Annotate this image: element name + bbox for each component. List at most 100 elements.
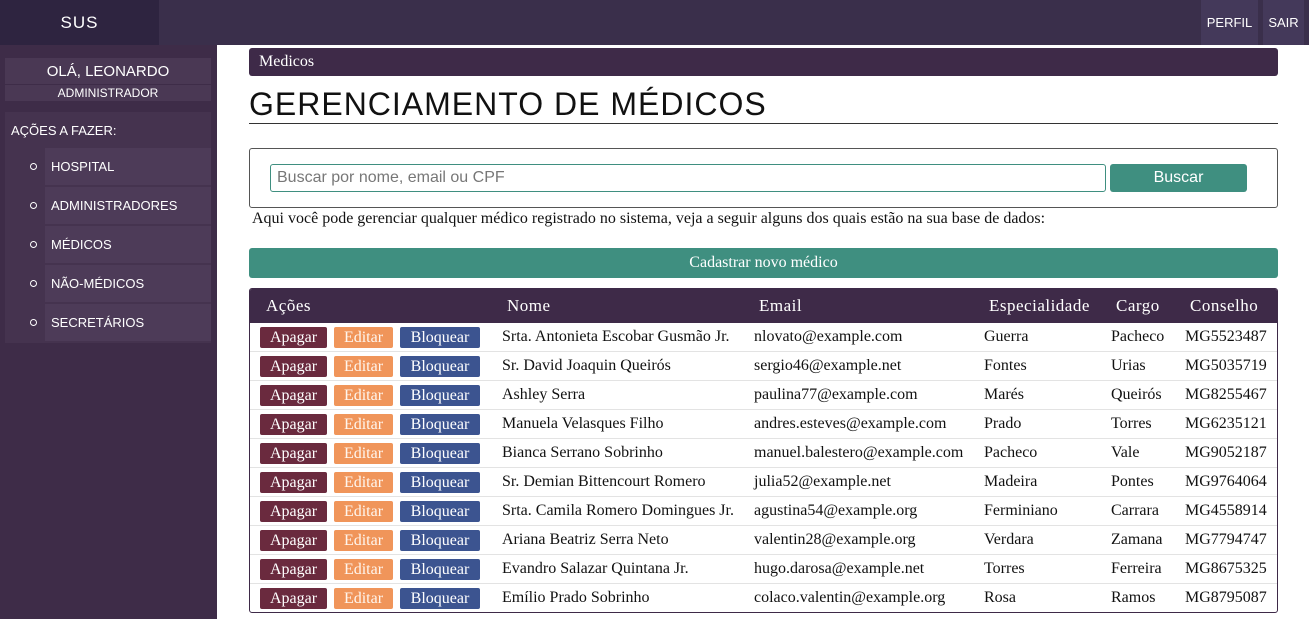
circle-bullet-icon bbox=[30, 241, 37, 248]
search-input[interactable] bbox=[270, 164, 1106, 192]
column-header-conselho: Conselho bbox=[1190, 296, 1259, 315]
cell-especialidade: Verdara bbox=[984, 531, 1034, 548]
bloquear-button[interactable]: Bloquear bbox=[400, 501, 480, 522]
editar-button[interactable]: Editar bbox=[334, 356, 393, 377]
cell-cargo: Vale bbox=[1111, 444, 1140, 461]
cell-cargo: Ferreira bbox=[1111, 560, 1162, 577]
bloquear-button[interactable]: Bloquear bbox=[400, 443, 480, 464]
bloquear-button[interactable]: Bloquear bbox=[400, 588, 480, 609]
actions-menu: AÇÕES A FAZER: HOSPITAL ADMINISTRADORES … bbox=[5, 112, 211, 343]
table-row: Apagar Editar Bloquear Srta. Camila Romero … bbox=[250, 497, 1277, 526]
table-row: Apagar Editar Bloquear Manuela Velasques Fi… bbox=[250, 410, 1277, 439]
editar-button[interactable]: Editar bbox=[334, 327, 393, 348]
cell-nome: Evandro Salazar Quintana Jr. bbox=[502, 560, 689, 577]
sidebar-item-administradores[interactable]: ADMINISTRADORES bbox=[5, 187, 211, 224]
cell-cargo: Pacheco bbox=[1111, 328, 1165, 345]
apagar-button[interactable]: Apagar bbox=[260, 414, 327, 435]
sidebar-item-hospital[interactable]: HOSPITAL bbox=[5, 148, 211, 185]
cell-email: hugo.darosa@example.net bbox=[754, 560, 925, 577]
sidebar-item-label: NÃO-MÉDICOS bbox=[51, 276, 145, 291]
circle-bullet-icon bbox=[30, 280, 37, 287]
bloquear-button[interactable]: Bloquear bbox=[400, 385, 480, 406]
bloquear-button[interactable]: Bloquear bbox=[400, 472, 480, 493]
cell-conselho: MG8675325 bbox=[1185, 560, 1267, 577]
apagar-button[interactable]: Apagar bbox=[260, 472, 327, 493]
medicos-table: Ações Nome Email Especialidade Cargo Con… bbox=[249, 288, 1278, 613]
cell-email: nlovato@example.com bbox=[754, 328, 903, 345]
cell-email: manuel.balestero@example.com bbox=[754, 444, 964, 461]
sidebar-item-nao-medicos[interactable]: NÃO-MÉDICOS bbox=[5, 265, 211, 302]
table-row: Apagar Editar Bloquear Emílio Prado Sobrinh… bbox=[250, 584, 1277, 612]
user-role: ADMINISTRADOR bbox=[5, 85, 211, 101]
cell-especialidade: Guerra bbox=[984, 328, 1029, 345]
user-box: OLÁ, LEONARDO ADMINISTRADOR bbox=[5, 58, 211, 103]
column-header-email: Email bbox=[759, 296, 803, 315]
cell-nome: Srta. Antonieta Escobar Gusmão Jr. bbox=[502, 328, 730, 345]
cell-especialidade: Torres bbox=[984, 560, 1025, 577]
cell-conselho: MG8795087 bbox=[1185, 589, 1267, 606]
search-button[interactable]: Buscar bbox=[1110, 164, 1247, 192]
editar-button[interactable]: Editar bbox=[334, 588, 393, 609]
sidebar: OLÁ, LEONARDO ADMINISTRADOR AÇÕES A FAZE… bbox=[0, 45, 217, 619]
search-box: Buscar bbox=[249, 148, 1278, 208]
cell-especialidade: Marés bbox=[984, 386, 1024, 403]
top-bar: SUS PERFIL SAIR bbox=[0, 0, 1309, 45]
cell-especialidade: Ferminiano bbox=[984, 502, 1058, 519]
cell-email: agustina54@example.org bbox=[754, 502, 918, 519]
add-medico-button[interactable]: Cadastrar novo médico bbox=[249, 248, 1278, 278]
cell-nome: Ashley Serra bbox=[502, 386, 586, 403]
sair-button[interactable]: SAIR bbox=[1263, 0, 1304, 45]
editar-button[interactable]: Editar bbox=[334, 501, 393, 522]
table-row: Apagar Editar Bloquear Sr. Demian Bittencou… bbox=[250, 468, 1277, 497]
apagar-button[interactable]: Apagar bbox=[260, 443, 327, 464]
bloquear-button[interactable]: Bloquear bbox=[400, 414, 480, 435]
apagar-button[interactable]: Apagar bbox=[260, 588, 327, 609]
cell-cargo: Queirós bbox=[1111, 386, 1162, 403]
bloquear-button[interactable]: Bloquear bbox=[400, 356, 480, 377]
column-header-nome: Nome bbox=[507, 296, 551, 315]
user-greeting: OLÁ, LEONARDO bbox=[5, 58, 211, 84]
cell-cargo: Urias bbox=[1111, 357, 1146, 374]
table-row: Apagar Editar Bloquear Evandro Salazar Quin… bbox=[250, 555, 1277, 584]
apagar-button[interactable]: Apagar bbox=[260, 327, 327, 348]
editar-button[interactable]: Editar bbox=[334, 443, 393, 464]
cell-cargo: Torres bbox=[1111, 415, 1152, 432]
bloquear-button[interactable]: Bloquear bbox=[400, 327, 480, 348]
bloquear-button[interactable]: Bloquear bbox=[400, 559, 480, 580]
cell-conselho: MG8255467 bbox=[1185, 386, 1267, 403]
actions-title: AÇÕES A FAZER: bbox=[11, 122, 117, 138]
editar-button[interactable]: Editar bbox=[334, 530, 393, 551]
apagar-button[interactable]: Apagar bbox=[260, 559, 327, 580]
editar-button[interactable]: Editar bbox=[334, 385, 393, 406]
editar-button[interactable]: Editar bbox=[334, 559, 393, 580]
apagar-button[interactable]: Apagar bbox=[260, 385, 327, 406]
cell-conselho: MG6235121 bbox=[1185, 415, 1267, 432]
cell-cargo: Pontes bbox=[1111, 473, 1154, 490]
table-row: Apagar Editar Bloquear Bianca Serrano Sobri… bbox=[250, 439, 1277, 468]
cell-especialidade: Fontes bbox=[984, 357, 1027, 374]
cell-email: andres.esteves@example.com bbox=[754, 415, 947, 432]
sidebar-item-label: SECRETÁRIOS bbox=[51, 315, 145, 330]
circle-bullet-icon bbox=[30, 202, 37, 209]
perfil-button[interactable]: PERFIL bbox=[1201, 0, 1258, 45]
page-title: GERENCIAMENTO DE MÉDICOS bbox=[249, 84, 1278, 124]
bloquear-button[interactable]: Bloquear bbox=[400, 530, 480, 551]
sidebar-item-secretarios[interactable]: SECRETÁRIOS bbox=[5, 304, 211, 341]
cell-especialidade: Madeira bbox=[984, 473, 1038, 490]
cell-conselho: MG4558914 bbox=[1185, 502, 1267, 519]
cell-nome: Sr. David Joaquin Queirós bbox=[502, 357, 671, 374]
apagar-button[interactable]: Apagar bbox=[260, 501, 327, 522]
cell-email: colaco.valentin@example.org bbox=[754, 589, 946, 606]
sidebar-item-medicos[interactable]: MÉDICOS bbox=[5, 226, 211, 263]
apagar-button[interactable]: Apagar bbox=[260, 530, 327, 551]
cell-especialidade: Pacheco bbox=[984, 444, 1038, 461]
apagar-button[interactable]: Apagar bbox=[260, 356, 327, 377]
cell-email: paulina77@example.com bbox=[754, 386, 918, 403]
brand-logo[interactable]: SUS bbox=[0, 0, 159, 45]
editar-button[interactable]: Editar bbox=[334, 414, 393, 435]
editar-button[interactable]: Editar bbox=[334, 472, 393, 493]
cell-nome: Emílio Prado Sobrinho bbox=[502, 589, 650, 606]
table-row: Apagar Editar Bloquear Sr. David Joaquin Qu… bbox=[250, 352, 1277, 381]
cell-email: valentin28@example.org bbox=[754, 531, 916, 548]
cell-especialidade: Prado bbox=[984, 415, 1022, 432]
